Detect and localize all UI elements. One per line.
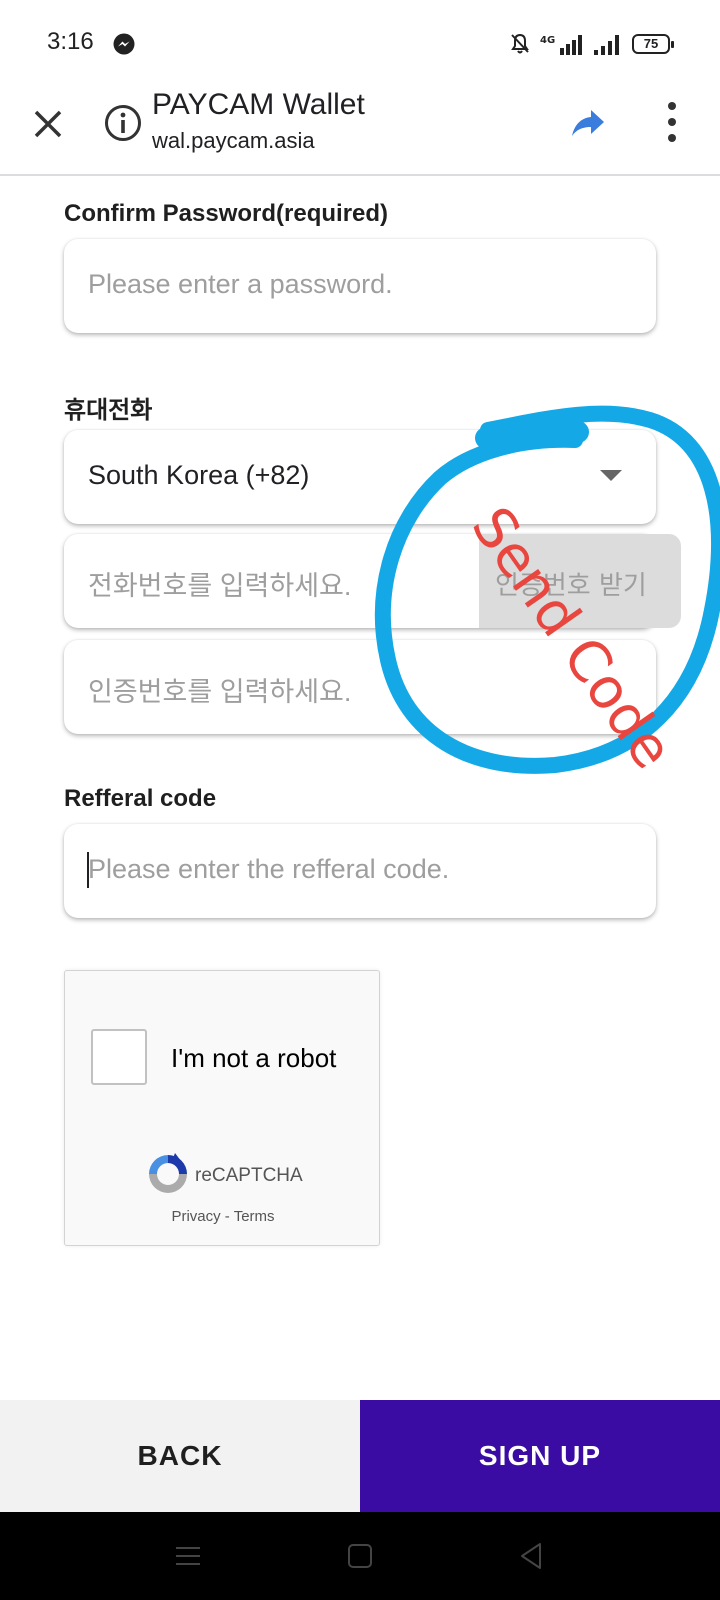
signal-4g-icon: 4G	[540, 35, 582, 55]
battery-icon: 75	[632, 34, 674, 54]
recaptcha-checkbox[interactable]	[91, 1029, 147, 1085]
sign-up-button[interactable]: SIGN UP	[360, 1400, 720, 1512]
referral-code-input[interactable]: Please enter the refferal code.	[64, 824, 656, 918]
browser-toolbar: PAYCAM Wallet wal.paycam.asia	[0, 86, 720, 176]
recaptcha-brand: reCAPTCHA	[195, 1165, 303, 1186]
referral-code-placeholder: Please enter the refferal code.	[88, 854, 450, 884]
recaptcha-logo-icon	[149, 1153, 187, 1193]
page-url: wal.paycam.asia	[152, 128, 315, 153]
messenger-icon	[113, 33, 135, 55]
menu-icon[interactable]	[168, 1536, 208, 1576]
status-bar: 3:16 4G 75	[0, 0, 720, 86]
page-title: PAYCAM Wallet	[152, 88, 365, 121]
verification-code-input[interactable]: 인증번호를 입력하세요.	[64, 640, 656, 734]
send-code-button[interactable]: 인증번호 받기	[479, 534, 681, 628]
close-icon[interactable]	[26, 102, 70, 146]
confirm-password-input[interactable]: Please enter a password.	[64, 239, 656, 333]
recaptcha-label: I'm not a robot	[171, 1043, 337, 1073]
recaptcha-widget: I'm not a robot reCAPTCHA Privacy - Term…	[64, 970, 380, 1246]
mute-bell-icon	[511, 33, 529, 54]
more-options-icon[interactable]	[660, 98, 684, 146]
back-triangle-icon[interactable]	[512, 1536, 552, 1576]
back-button[interactable]: BACK	[0, 1400, 360, 1512]
home-icon[interactable]	[340, 1536, 380, 1576]
country-select-value: South Korea (+82)	[88, 460, 310, 490]
info-icon[interactable]	[103, 103, 143, 143]
recaptcha-links: Privacy - Terms	[65, 1208, 381, 1225]
recaptcha-terms-link[interactable]: Terms	[234, 1208, 275, 1225]
recaptcha-privacy-link[interactable]: Privacy	[171, 1208, 220, 1225]
phone-number-placeholder: 전화번호를 입력하세요.	[88, 571, 352, 601]
share-icon[interactable]	[568, 102, 608, 142]
confirm-password-placeholder: Please enter a password.	[88, 269, 393, 299]
confirm-password-label: Confirm Password(required)	[64, 200, 389, 227]
referral-label: Refferal code	[64, 785, 217, 812]
signal-icon	[594, 35, 619, 55]
system-nav-bar	[0, 1512, 720, 1600]
send-code-label: 인증번호 받기	[495, 571, 647, 601]
status-icons: 4G 75	[510, 30, 674, 58]
chevron-down-icon	[600, 470, 622, 481]
phone-label: 휴대전화	[64, 397, 153, 424]
country-select[interactable]: South Korea (+82)	[64, 430, 656, 524]
verification-code-placeholder: 인증번호를 입력하세요.	[88, 677, 352, 707]
status-time: 3:16	[47, 28, 94, 55]
recaptcha-separator: -	[224, 1208, 230, 1225]
svg-text:4G: 4G	[540, 35, 555, 46]
